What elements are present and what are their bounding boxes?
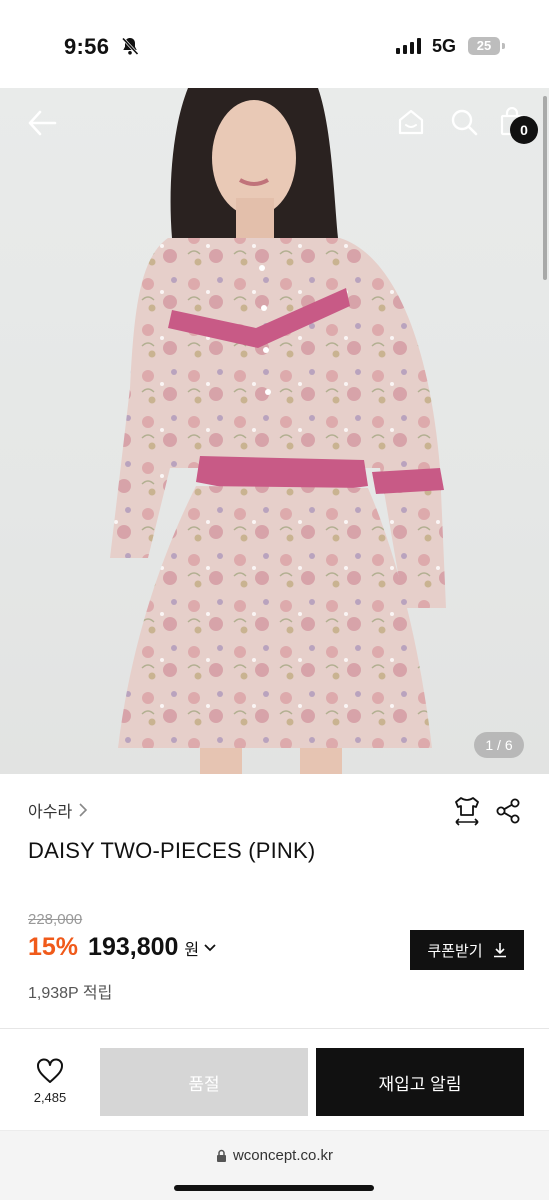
- chevron-right-icon: [79, 803, 88, 817]
- search-button[interactable]: [446, 104, 482, 140]
- scrollbar[interactable]: [543, 96, 547, 280]
- brand-link[interactable]: 아수라: [28, 798, 88, 822]
- url-field[interactable]: wconcept.co.kr: [0, 1147, 549, 1164]
- signal-icon: [396, 38, 421, 54]
- heart-icon: [37, 1058, 63, 1083]
- share-icon: [496, 798, 520, 824]
- price-row[interactable]: 15% 193,800 원: [28, 933, 217, 962]
- search-icon: [451, 109, 478, 136]
- home-icon: [398, 109, 424, 135]
- chevron-down-icon[interactable]: [203, 943, 217, 953]
- like-count: 2,485: [33, 1090, 67, 1105]
- original-price: 228,000: [28, 911, 83, 928]
- status-bar: 9:56 5G 25: [0, 0, 549, 88]
- divider: [0, 1028, 549, 1029]
- product-image[interactable]: [0, 88, 549, 774]
- shirt-size-icon: [455, 797, 479, 826]
- reward-points: 1,938P 적립: [28, 985, 113, 1002]
- like-button[interactable]: 2,485: [22, 1058, 78, 1105]
- product-photo: [110, 88, 446, 774]
- size-guide-button[interactable]: [452, 795, 482, 827]
- cart-count-badge: 0: [510, 116, 538, 144]
- download-icon: [493, 943, 506, 958]
- restock-alert-button[interactable]: 재입고 알림: [316, 1048, 524, 1116]
- coupon-label: 쿠폰받기: [427, 942, 483, 960]
- discount-rate: 15%: [28, 933, 79, 961]
- sale-price: 193,800: [88, 933, 179, 961]
- product-page: 9:56 5G 25 0 1 / 6 아수라 DAISY TWO-PIECES …: [0, 0, 549, 1200]
- product-title: DAISY TWO-PIECES (PINK): [28, 838, 316, 863]
- home-button[interactable]: [394, 104, 428, 140]
- network-type: 5G: [432, 36, 457, 56]
- gallery-page-indicator: 1 / 6: [474, 732, 524, 758]
- arrow-left-icon: [28, 110, 57, 136]
- coupon-download-button[interactable]: 쿠폰받기: [410, 930, 524, 970]
- url-text: wconcept.co.kr: [232, 1147, 334, 1164]
- currency-label: 원: [184, 941, 200, 959]
- brand-name: 아수라: [28, 804, 73, 821]
- home-indicator[interactable]: [174, 1185, 374, 1191]
- battery-icon: 25: [468, 37, 500, 55]
- back-button[interactable]: [24, 106, 60, 140]
- bell-muted-icon: [121, 37, 139, 56]
- battery-tip: [502, 43, 505, 49]
- lock-icon: [216, 1149, 226, 1162]
- status-time: 9:56: [64, 34, 110, 59]
- share-button[interactable]: [494, 797, 522, 825]
- browser-url-bar: wconcept.co.kr: [0, 1130, 549, 1200]
- soldout-button[interactable]: 품절: [100, 1048, 308, 1116]
